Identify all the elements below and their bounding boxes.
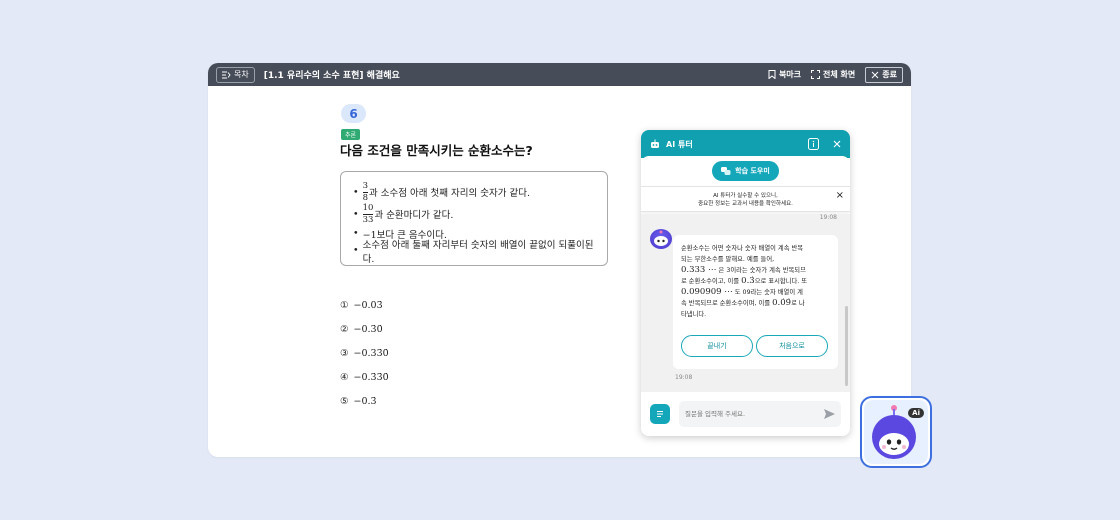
- fullscreen-label: 전체 화면: [823, 70, 856, 79]
- choice-1[interactable]: ① −0.03̇: [340, 293, 389, 317]
- fullscreen-icon: [811, 70, 821, 79]
- choice-3[interactable]: ③ −0.33̇0̇: [340, 341, 389, 365]
- disclaimer-notice: AI 튜터가 실수할 수 있으니, 중요한 정보는 교과서 내용을 확인하세요.…: [641, 186, 850, 212]
- reasoning-badge: 추론: [341, 129, 361, 140]
- tutor-avatar: [650, 229, 672, 249]
- document-icon: [657, 410, 663, 418]
- close-icon: [871, 71, 879, 78]
- ai-tag: Ai: [908, 408, 924, 418]
- close-notice-icon[interactable]: ×: [836, 191, 844, 201]
- toc-label: 목차: [234, 70, 249, 79]
- chat-tabbar: 학습 도우미: [641, 156, 850, 186]
- chat-menu-button[interactable]: [650, 404, 670, 424]
- titlebar: 목차 [1.1 유리수의 소수 표현] 해결해요 북마크 전체 화면 종료: [208, 63, 911, 86]
- condition-text: 과 순환마디가 같다.: [374, 210, 454, 221]
- list-icon: [222, 71, 231, 78]
- ai-robot-icon: Ai: [864, 400, 928, 464]
- restart-button[interactable]: 처음으로: [756, 335, 828, 357]
- study-helper-tab[interactable]: 학습 도우미: [712, 161, 779, 181]
- exit-button[interactable]: 종료: [865, 66, 903, 83]
- fraction: 10 33: [362, 203, 374, 225]
- timestamp: 19:08: [819, 214, 837, 221]
- condition-item: • 소수점 아래 둘째 자리부터 숫자의 배열이 끝없이 되풀이된다.: [353, 240, 595, 265]
- timestamp: 19:08: [675, 374, 693, 381]
- send-icon[interactable]: [824, 409, 835, 419]
- fullscreen-button[interactable]: 전체 화면: [811, 69, 855, 80]
- page-title: [1.1 유리수의 소수 표현] 해결해요: [263, 71, 400, 81]
- question-input-wrap: [679, 401, 841, 427]
- close-icon[interactable]: [833, 140, 841, 148]
- ai-tutor-panel: AI 튜터 학습 도우미 AI 튜터가 실수할 수 있으니, 중요한 정보는 교…: [641, 130, 850, 436]
- robot-icon: [651, 139, 659, 148]
- condition-item: • 10 33 과 순환마디가 같다.: [353, 203, 454, 225]
- answer-choices: ① −0.03̇ ② −0.3̇0̇ ③ −0.33̇0̇ ④ −0.3̇3̇0̇ ⑤ −…: [340, 293, 389, 413]
- chat-input-bar: [641, 392, 850, 436]
- question-number: 6: [341, 104, 366, 123]
- exit-label: 종료: [882, 70, 897, 79]
- chat-title: AI 튜터: [666, 139, 693, 149]
- info-icon[interactable]: [808, 138, 819, 150]
- chat-header: AI 튜터: [641, 130, 850, 158]
- choice-4[interactable]: ④ −0.3̇3̇0̇: [340, 365, 389, 389]
- ai-tutor-launcher[interactable]: Ai: [860, 396, 932, 468]
- condition-item: • 38 과 소수점 아래 첫째 자리의 숫자가 같다.: [353, 181, 531, 203]
- chat-messages[interactable]: 19:08 순환소수는 어떤 숫자나 숫자 배열이 계속 반복 되는 무한소수를…: [641, 214, 850, 392]
- bookmark-icon: [768, 70, 776, 79]
- chat-scrollbar[interactable]: [845, 306, 848, 386]
- choice-2[interactable]: ② −0.3̇0̇: [340, 317, 389, 341]
- chat-bubbles-icon: [721, 166, 731, 175]
- toc-button[interactable]: 목차: [216, 66, 255, 83]
- choice-5[interactable]: ⑤ −0.3̇: [340, 389, 389, 413]
- tutor-message: 순환소수는 어떤 숫자나 숫자 배열이 계속 반복 되는 무한소수를 말해요. …: [673, 235, 838, 369]
- end-button[interactable]: 끝내기: [681, 335, 753, 357]
- condition-text: 소수점 아래 둘째 자리부터 숫자의 배열이 끝없이 되풀이된다.: [362, 239, 594, 265]
- condition-text: 과 소수점 아래 첫째 자리의 숫자가 같다.: [369, 188, 531, 199]
- question-input[interactable]: [685, 410, 824, 418]
- fraction: 38: [362, 181, 369, 203]
- bookmark-label: 북마크: [778, 70, 802, 79]
- bookmark-button[interactable]: 북마크: [768, 69, 801, 80]
- conditions-box: • 38 과 소수점 아래 첫째 자리의 숫자가 같다. • 10 33 과 순환…: [340, 171, 608, 266]
- question-text: 다음 조건을 만족시키는 순환소수는?: [340, 143, 533, 158]
